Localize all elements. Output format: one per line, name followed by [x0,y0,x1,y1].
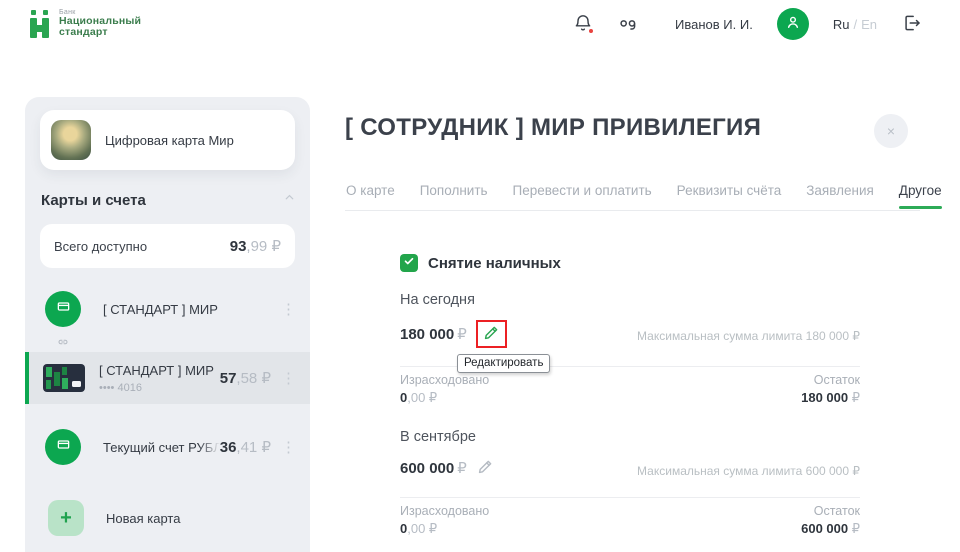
period-title-september: В сентябре [400,429,476,445]
edit-limit-button-september[interactable] [476,457,495,479]
section-title: Карты и счета [41,192,146,209]
total-available-card: Всего доступно 93,99 ₽ [40,224,295,268]
rest-value-september: 600 000 ₽ [801,521,860,537]
account-balance: 36,41 ₽ [220,438,271,456]
rest-label: Остаток [814,373,860,387]
close-icon: × [887,123,895,139]
account-name: Текущий счет РУБЛИ 40 [103,440,220,455]
cash-withdrawal-label: Снятие наличных [428,255,561,272]
tab-perevesti-i-oplatit[interactable]: Перевести и оплатить [513,183,652,198]
account-icon [45,429,81,465]
divider [400,497,860,498]
card-icon [56,438,71,456]
card-thumbnail [43,364,85,392]
chevron-up-icon [283,191,296,209]
bank-logo-icon [30,10,52,40]
linked-accounts-icon [55,335,71,353]
pencil-icon [482,323,501,345]
tab-o-karte[interactable]: О карте [346,183,395,198]
language-switch: Ru / En [833,17,877,32]
max-limit-text-september: Максимальная сумма лимита 600 000 ₽ [637,464,860,478]
limit-amount-september: 600 000₽ [400,459,467,477]
tab-bar: О карте Пополнить Перевести и оплатить Р… [346,183,942,198]
notifications-button[interactable] [573,12,593,36]
notification-badge [587,27,595,35]
card-icon [56,300,71,318]
account-name: [ СТАНДАРТ ] МИР [99,363,214,378]
rest-value-today: 180 000 ₽ [801,390,860,406]
plus-icon: + [48,500,84,536]
bank-logo[interactable]: Банк Национальный стандарт [30,8,141,40]
max-limit-text-today: Максимальная сумма лимита 180 000 ₽ [637,329,860,343]
tab-rekvizity-scheta[interactable]: Реквизиты счёта [677,183,782,198]
tab-popolnit[interactable]: Пополнить [420,183,488,198]
pencil-icon [476,457,495,479]
edit-limit-button[interactable] [482,323,501,345]
avatar[interactable] [777,8,809,40]
cards-accounts-section-toggle[interactable]: Карты и счета [41,191,296,209]
user-name[interactable]: Иванов И. И. [675,17,753,32]
new-card-button[interactable]: + Новая карта [48,500,180,536]
digital-card-image [51,120,91,160]
person-icon [784,13,802,36]
spent-label: Израсходовано [400,504,489,518]
headset-icon [617,13,639,36]
spent-value-september: 0,00 ₽ [400,521,437,537]
total-available-amount: 93,99 ₽ [230,237,281,255]
check-icon [403,254,415,272]
page-title: [ СОТРУДНИК ] МИР ПРИВИЛЕГИЯ [345,114,761,142]
account-icon [45,291,81,327]
tab-drugoe[interactable]: Другое [899,183,942,198]
tab-zayavleniya[interactable]: Заявления [806,183,874,198]
account-menu-button[interactable]: ⋮ [281,302,296,317]
account-number: •••• 4016 [99,382,220,394]
sidebar: Цифровая карта Мир Карты и счета Всего д… [25,97,310,552]
digital-card-label: Цифровая карта Мир [105,133,234,148]
account-menu-button[interactable]: ⋮ [281,440,296,455]
tooltip: Редактировать [457,354,550,373]
annotation-highlight [476,320,507,348]
account-menu-button[interactable]: ⋮ [281,371,296,386]
new-card-label: Новая карта [106,511,180,526]
logout-button[interactable] [901,13,922,36]
header: Банк Национальный стандарт Иванов И. И. [0,0,960,48]
account-name: [ СТАНДАРТ ] МИР [103,302,271,317]
bank-name-line2: стандарт [59,27,141,38]
support-button[interactable] [617,13,639,36]
rest-label: Остаток [814,504,860,518]
cash-withdrawal-checkbox[interactable] [400,254,418,272]
lang-en[interactable]: En [861,17,877,32]
spent-label: Израсходовано [400,373,489,387]
tabs-divider [345,210,920,211]
spent-value-today: 0,00 ₽ [400,390,437,406]
total-available-label: Всего доступно [54,239,147,254]
account-row-current-rub[interactable]: Текущий счет РУБЛИ 40 36,41 ₽ ⋮ [25,424,310,470]
account-row-standart-mir[interactable]: [ СТАНДАРТ ] МИР ⋮ [25,288,310,330]
period-title-today: На сегодня [400,292,475,308]
close-button[interactable]: × [874,114,908,148]
lang-ru[interactable]: Ru [833,17,850,32]
limit-amount-today: 180 000₽ [400,325,467,343]
account-balance: 57,58 ₽ [220,369,271,387]
digital-card-banner[interactable]: Цифровая карта Мир [40,110,295,170]
logout-icon [901,13,922,36]
account-row-standart-mir-4016-selected[interactable]: [ СТАНДАРТ ] МИР •••• 4016 57,58 ₽ ⋮ [25,352,310,404]
